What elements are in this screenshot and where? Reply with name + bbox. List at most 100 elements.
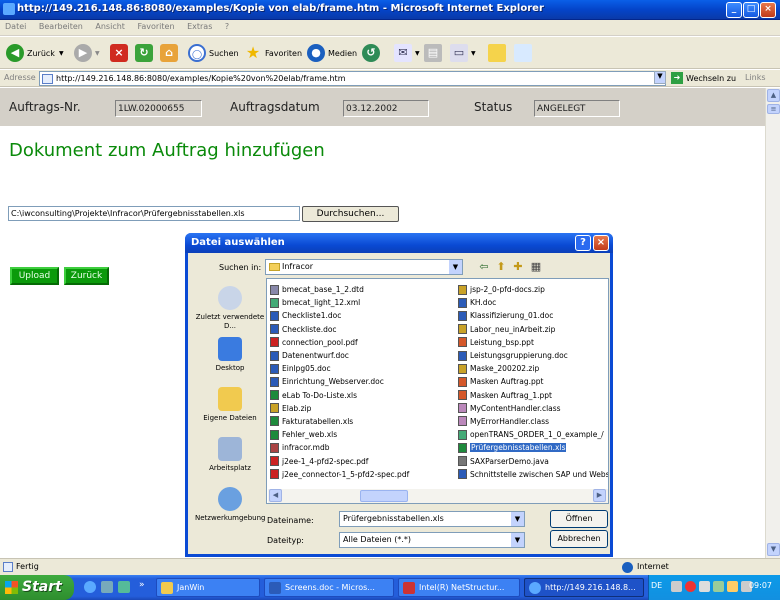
desktop-quicklaunch-icon[interactable] xyxy=(101,581,113,593)
cancel-button[interactable]: Abbrechen xyxy=(550,530,608,548)
open-button[interactable]: Öffnen xyxy=(550,510,608,528)
maximize-button[interactable]: □ xyxy=(743,2,759,18)
back-page-button[interactable]: Zurück xyxy=(64,267,109,285)
file-item[interactable]: infracor.mdb xyxy=(270,441,456,454)
place-recent[interactable]: Zuletzt verwendete D... xyxy=(195,286,265,331)
filetype-select[interactable]: Alle Dateien (*.*) ▼ xyxy=(339,532,525,548)
file-item[interactable]: SAXParserDemo.java xyxy=(458,454,608,467)
ie-quicklaunch-icon[interactable] xyxy=(84,581,96,593)
file-item[interactable]: bmecat_light_12.xml xyxy=(270,296,456,309)
file-item[interactable]: bmecat_base_1_2.dtd xyxy=(270,283,456,296)
place-my-computer[interactable]: Arbeitsplatz xyxy=(195,437,265,473)
task-ie[interactable]: http://149.216.148.8... xyxy=(524,578,644,597)
file-item[interactable]: Elab.zip xyxy=(270,402,456,415)
file-path-input[interactable]: C:\iwconsulting\Projekte\Infracor\Prüfer… xyxy=(8,206,300,221)
file-item[interactable]: Schnittstelle zwischen SAP und Webs xyxy=(458,468,608,481)
tray-icon[interactable] xyxy=(713,581,724,592)
filename-input[interactable]: Prüfergebnisstabellen.xls ▼ xyxy=(339,511,525,527)
scroll-thumb[interactable]: ≡ xyxy=(767,104,780,114)
file-item[interactable]: KH.doc xyxy=(458,296,608,309)
dialog-close-button[interactable]: × xyxy=(593,235,609,251)
place-network[interactable]: Netzwerkumgebung xyxy=(195,487,265,523)
file-item[interactable]: Fehler_web.xls xyxy=(270,428,456,441)
browse-button[interactable]: Durchsuchen... xyxy=(302,206,399,222)
upload-button[interactable]: Upload xyxy=(10,267,59,285)
view-menu-icon[interactable]: ▦ xyxy=(529,260,543,274)
links-button[interactable]: Links xyxy=(745,73,766,82)
messenger-button[interactable] xyxy=(514,42,535,64)
address-dropdown-icon[interactable]: ▼ xyxy=(654,71,666,84)
file-item[interactable]: Klassifizierung_01.doc xyxy=(458,309,608,322)
file-item[interactable]: jsp-2_0-pfd-docs.zip xyxy=(458,283,608,296)
task-janwin[interactable]: JanWin xyxy=(156,578,260,597)
file-item[interactable]: MyErrorHandler.class xyxy=(458,415,608,428)
file-item[interactable]: Masken Auftrag_1.ppt xyxy=(458,389,608,402)
favorites-button[interactable]: ★ Favoriten xyxy=(244,42,302,64)
file-item[interactable]: Maske_200202.zip xyxy=(458,362,608,375)
place-desktop[interactable]: Desktop xyxy=(195,337,265,373)
window-title-bar[interactable]: http://149.216.148.86:8080/examples/Kopi… xyxy=(0,0,780,20)
chevron-right-icon[interactable]: » xyxy=(139,580,145,590)
mail-button[interactable]: ✉ ▼ xyxy=(394,42,420,64)
file-item[interactable]: eLab To-Do-Liste.xls xyxy=(270,389,456,402)
file-item[interactable]: Checkliste.doc xyxy=(270,323,456,336)
file-item[interactable]: j2ee_connector-1_5-pfd2-spec.pdf xyxy=(270,468,456,481)
menu-tools[interactable]: Extras xyxy=(182,20,217,33)
file-item[interactable]: Datenentwurf.doc xyxy=(270,349,456,362)
app-quicklaunch-icon[interactable] xyxy=(118,581,130,593)
file-item[interactable]: connection_pool.pdf xyxy=(270,336,456,349)
menu-help[interactable]: ? xyxy=(220,20,234,33)
minimize-button[interactable]: _ xyxy=(726,2,742,18)
file-item[interactable]: Leistungsgruppierung.doc xyxy=(458,349,608,362)
task-screens-doc[interactable]: Screens.doc - Micros... xyxy=(264,578,394,597)
back-button[interactable]: ◀ Zurück ▼ xyxy=(6,42,64,64)
scroll-up-icon[interactable]: ▲ xyxy=(767,89,780,102)
help-button[interactable]: ? xyxy=(575,235,591,251)
forward-button[interactable]: ▶ ▼ xyxy=(74,42,100,64)
language-indicator[interactable]: DE xyxy=(651,581,662,590)
file-item[interactable]: Einlpg05.doc xyxy=(270,362,456,375)
scroll-down-icon[interactable]: ▼ xyxy=(767,543,780,556)
menu-edit[interactable]: Bearbeiten xyxy=(34,20,88,33)
tray-icon[interactable] xyxy=(699,581,710,592)
start-button[interactable]: Start xyxy=(0,575,74,600)
scroll-thumb[interactable] xyxy=(360,490,408,502)
file-list[interactable]: bmecat_base_1_2.dtd bmecat_light_12.xml Ch… xyxy=(266,278,609,504)
home-button[interactable]: ⌂ xyxy=(160,42,181,64)
go-button[interactable]: ➜ Wechseln zu xyxy=(671,72,736,84)
place-my-documents[interactable]: Eigene Dateien xyxy=(195,387,265,423)
up-folder-icon[interactable]: ⬆ xyxy=(494,260,508,274)
edit-button[interactable]: ▭ ▼ xyxy=(450,42,476,64)
print-button[interactable]: ▤ xyxy=(424,42,445,64)
back-folder-button[interactable]: ⇦ xyxy=(477,260,491,274)
file-item[interactable]: Labor_neu_inArbeit.zip xyxy=(458,323,608,336)
file-item[interactable]: Checkliste1.doc xyxy=(270,309,456,322)
file-item[interactable]: Leistung_bsp.ppt xyxy=(458,336,608,349)
media-button[interactable]: ● Medien xyxy=(307,42,357,64)
task-intel[interactable]: Intel(R) NetStructur... xyxy=(398,578,520,597)
tray-icon[interactable] xyxy=(671,581,682,592)
address-input[interactable]: http://149.216.148.86:8080/examples/Kopi… xyxy=(39,71,666,86)
discuss-button[interactable] xyxy=(488,42,509,64)
file-item[interactable]: Einrichtung_Webserver.doc xyxy=(270,375,456,388)
search-button[interactable]: ◯ Suchen xyxy=(188,42,239,64)
tray-icon[interactable] xyxy=(727,581,738,592)
file-list-scrollbar[interactable]: ◀ ▶ xyxy=(268,489,608,503)
file-item[interactable]: openTRANS_ORDER_1_0_example_/ xyxy=(458,428,608,441)
file-item[interactable]: Fakturatabellen.xls xyxy=(270,415,456,428)
tray-icon[interactable] xyxy=(685,581,696,592)
stop-button[interactable]: × xyxy=(110,42,131,64)
close-button[interactable]: × xyxy=(760,2,776,18)
refresh-button[interactable]: ↻ xyxy=(135,42,156,64)
dialog-title-bar[interactable]: Datei auswählen ? × xyxy=(185,233,613,253)
file-item[interactable]: MyContentHandler.class xyxy=(458,402,608,415)
history-button[interactable]: ↺ xyxy=(362,42,383,64)
page-scrollbar[interactable]: ▲ ≡ ▼ xyxy=(765,88,780,558)
file-item[interactable]: Prüfergebnisstabellen.xls xyxy=(458,441,608,454)
menu-file[interactable]: Datei xyxy=(0,20,31,33)
menu-view[interactable]: Ansicht xyxy=(90,20,130,33)
file-item[interactable]: j2ee-1_4-pfd2-spec.pdf xyxy=(270,454,456,467)
file-item[interactable]: Masken Auftrag.ppt xyxy=(458,375,608,388)
look-in-select[interactable]: Infracor ▼ xyxy=(265,259,463,275)
scroll-right-icon[interactable]: ▶ xyxy=(593,489,606,502)
